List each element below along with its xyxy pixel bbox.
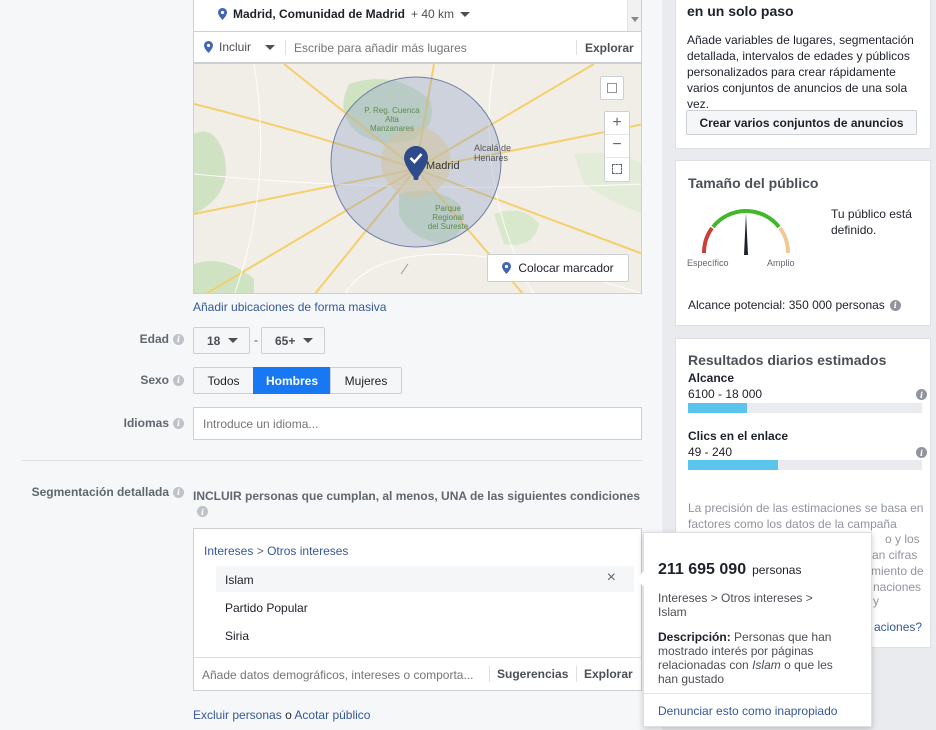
section-divider: [22, 460, 642, 461]
map-label-park-north: P. Reg. Cuenca Alta Manzanares: [364, 106, 420, 133]
promo-title: en un solo paso: [687, 3, 794, 19]
reach-bar-fill: [688, 403, 747, 413]
targeting-condition: INCLUIR personas que cumplan, al menos, …: [193, 489, 640, 503]
tooltip-arrow: [636, 571, 644, 587]
detailed-targeting-label: Segmentación detallada i: [10, 484, 184, 500]
daily-title: Resultados diarios estimados: [688, 352, 887, 368]
audience-gauge: [701, 209, 791, 255]
clicks-bar: [688, 460, 922, 470]
age-max-select[interactable]: 65+: [261, 327, 325, 354]
location-map[interactable]: Madrid Alcalá de Henares P. Reg. Cuenca …: [193, 63, 642, 294]
estimate-note-link[interactable]: aciones?: [874, 620, 922, 634]
selected-locations-box: Madrid, Comunidad de Madrid + 40 km: [193, 0, 642, 32]
location-pin-icon: [502, 262, 512, 274]
report-inappropriate-link[interactable]: Denunciar esto como inapropiado: [658, 704, 837, 718]
explore-locations-link[interactable]: Explorar: [585, 41, 634, 55]
close-icon[interactable]: ×: [607, 569, 616, 587]
location-search-row: Incluir Explorar: [193, 31, 642, 63]
chevron-down-icon: [265, 44, 276, 50]
scrollbar[interactable]: [627, 0, 641, 32]
info-icon[interactable]: i: [889, 299, 901, 311]
zoom-out-button[interactable]: −: [605, 135, 629, 158]
exclude-narrow-links: Excluir personas o Acotar público: [193, 708, 371, 722]
chevron-down-icon: [303, 338, 314, 343]
tooltip-description: Descripción: Personas que han mostrado i…: [658, 630, 833, 686]
gender-women-button[interactable]: Mujeres: [330, 367, 402, 394]
estimate-note-fragment: miento de: [871, 564, 924, 578]
selected-location[interactable]: Madrid, Comunidad de Madrid + 40 km: [218, 7, 471, 21]
map-label-madrid: Madrid: [426, 160, 460, 172]
reach-label: Alcance: [688, 371, 735, 385]
chevron-down-icon: [228, 338, 239, 343]
clicks-value: 49 - 240: [688, 445, 733, 459]
include-dropdown[interactable]: Incluir: [204, 40, 276, 54]
location-pin-icon: [218, 8, 227, 20]
interest-breadcrumb: Intereses > Otros intereses: [204, 544, 349, 558]
zoom-in-button[interactable]: +: [605, 112, 629, 135]
potential-reach: Alcance potencial: 350 000 personas i: [688, 298, 901, 312]
target-icon: [612, 164, 622, 174]
clicks-bar-fill: [688, 460, 779, 470]
promo-text: Añade variables de lugares, segmentación…: [687, 33, 914, 111]
clicks-label: Clics en el enlace: [688, 429, 789, 443]
tooltip-path: Intereses > Otros intereses > Islam: [658, 591, 813, 619]
map-marker-icon: [404, 146, 428, 180]
age-min-select[interactable]: 18: [193, 327, 250, 354]
reach-value: 6100 - 18 000: [688, 387, 763, 401]
gauge-broad-label: Amplio: [767, 258, 795, 268]
detailed-targeting-box: Intereses > Otros intereses Islam × Part…: [193, 528, 642, 691]
map-label-park-southeast: Parque Regional del Sureste: [427, 204, 469, 231]
explore-interests-link[interactable]: Explorar: [584, 667, 633, 681]
list-item[interactable]: Siria: [216, 623, 634, 647]
info-icon[interactable]: i: [173, 374, 184, 386]
languages-input[interactable]: [193, 407, 642, 440]
estimate-note-fragment: naciones y: [873, 580, 922, 608]
radius-selector[interactable]: + 40 km: [411, 7, 471, 21]
info-icon[interactable]: i: [197, 506, 208, 517]
info-icon[interactable]: i: [173, 417, 184, 429]
chevron-down-icon: [460, 11, 471, 17]
tooltip-audience-count: 211 695 090 personas: [658, 561, 802, 578]
narrow-audience-link[interactable]: Acotar público: [294, 708, 370, 722]
recenter-button[interactable]: [605, 158, 629, 181]
info-icon[interactable]: i: [916, 389, 927, 400]
selected-location-name: Madrid, Comunidad de Madrid: [233, 7, 406, 21]
promo-card: en un solo paso Añade variables de lugar…: [675, 0, 931, 149]
create-multiple-adsets-button[interactable]: Crear varios conjuntos de anuncios: [686, 110, 917, 135]
detailed-targeting-input[interactable]: [202, 666, 484, 684]
gender-label: Sexo i: [60, 372, 184, 388]
gauge-needle: [744, 213, 748, 255]
location-search-input[interactable]: [294, 39, 564, 57]
targeting-panel: Madrid, Comunidad de Madrid + 40 km Incl…: [0, 0, 662, 730]
age-separator: -: [254, 333, 258, 347]
list-item[interactable]: Islam ×: [216, 566, 634, 592]
location-pin-icon: [204, 41, 213, 53]
drop-pin-button[interactable]: Colocar marcador: [487, 254, 629, 282]
bulk-add-locations-link[interactable]: Añadir ubicaciones de forma masiva: [193, 300, 386, 314]
gauge-specific-label: Específico: [687, 258, 729, 268]
suggestions-link[interactable]: Sugerencias: [497, 667, 568, 681]
list-item[interactable]: Partido Popular: [216, 595, 634, 619]
map-label-alcala: Alcalá de Henares: [474, 143, 512, 163]
info-icon[interactable]: i: [173, 333, 184, 345]
audience-size-card: Tamaño del público Específico Amplio Tu …: [675, 160, 931, 326]
audience-title: Tamaño del público: [688, 175, 819, 191]
info-icon[interactable]: i: [916, 447, 927, 458]
estimate-note-fragment: o y los: [885, 532, 920, 546]
reach-bar: [688, 403, 922, 413]
gender-men-button[interactable]: Hombres: [253, 367, 331, 394]
age-label: Edad i: [60, 331, 184, 347]
languages-label: Idiomas i: [60, 415, 184, 431]
zoom-controls: + −: [604, 111, 630, 182]
estimate-note-fragment: an cifras: [872, 548, 918, 562]
fullscreen-toggle[interactable]: [600, 76, 624, 100]
interest-tooltip: 211 695 090 personas Intereses > Otros i…: [636, 532, 872, 727]
gender-all-button[interactable]: Todos: [193, 367, 254, 394]
exclude-people-link[interactable]: Excluir personas: [193, 708, 282, 722]
estimate-note: La precisión de las estimaciones se basa…: [688, 501, 924, 531]
info-icon[interactable]: i: [173, 486, 184, 498]
audience-status: Tu público está definido.: [831, 207, 912, 237]
